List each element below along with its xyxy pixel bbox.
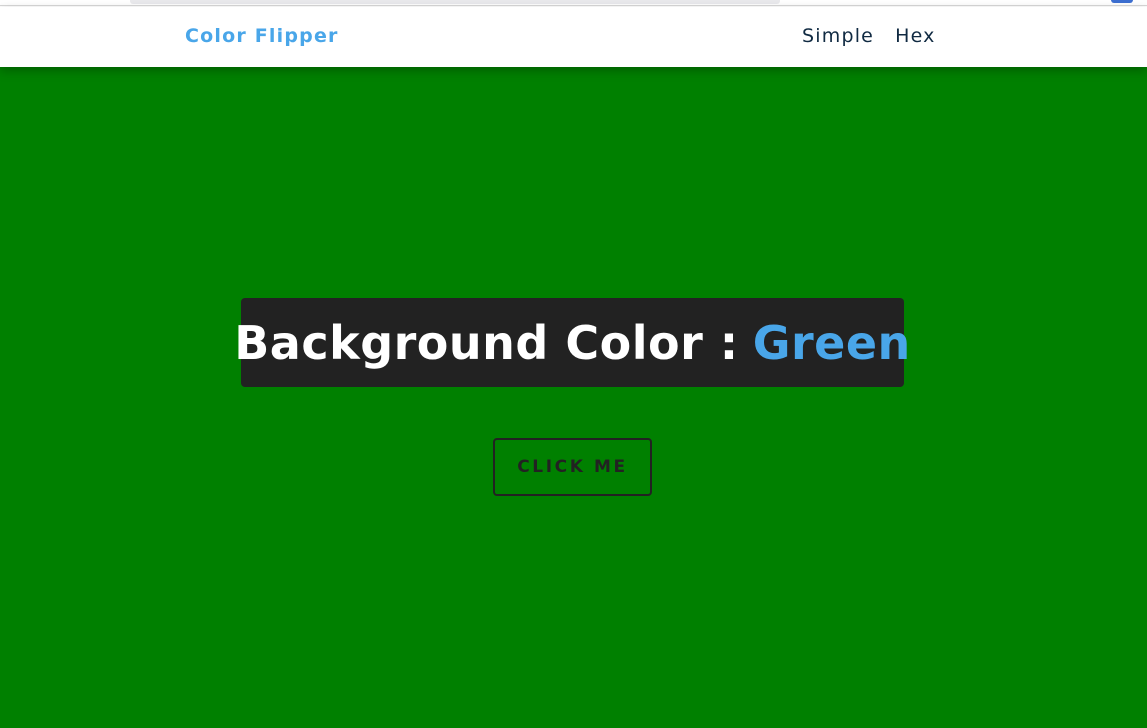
nav-links: Simple Hex — [802, 25, 936, 47]
color-stage: Background Color : Green CLICK ME — [0, 67, 1147, 728]
navbar: Color Flipper Simple Hex — [0, 7, 1147, 67]
current-color-name: Green — [752, 315, 911, 370]
heading-prefix: Background Color : — [234, 315, 739, 370]
nav-link-simple[interactable]: Simple — [802, 25, 874, 47]
address-bar-edge — [130, 0, 780, 4]
browser-chrome-edge — [0, 0, 1147, 6]
nav-link-hex[interactable]: Hex — [895, 25, 936, 47]
brand-logo[interactable]: Color Flipper — [185, 25, 339, 47]
background-color-heading: Background Color : Green — [234, 298, 910, 387]
extension-icon — [1111, 0, 1133, 3]
page: Color Flipper Simple Hex Background Colo… — [0, 0, 1147, 728]
click-me-button[interactable]: CLICK ME — [493, 438, 652, 496]
